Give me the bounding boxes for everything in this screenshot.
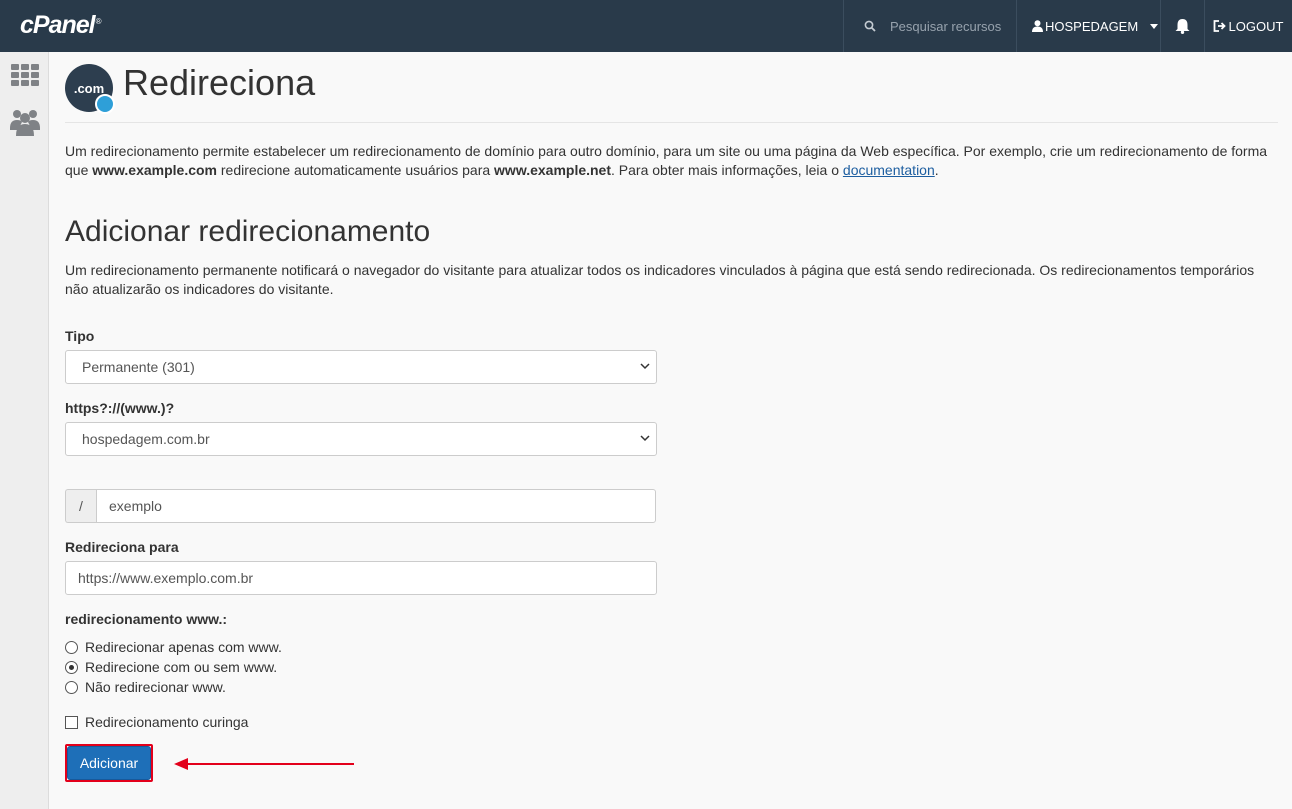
radio-label: Redirecionar apenas com www. — [85, 639, 282, 655]
type-label: Tipo — [65, 328, 95, 344]
intro-text: . — [934, 162, 939, 178]
intro-text: redirecione automaticamente usuários par… — [217, 162, 495, 178]
logo-text: cPanel — [20, 11, 96, 39]
redirect-to-label: Redireciona para — [65, 539, 179, 555]
page-header: .com Redireciona — [65, 52, 1278, 123]
example-domain-from: www.example.com — [92, 162, 217, 178]
redirect-app-icon: .com — [65, 64, 115, 114]
redirect-to-input[interactable]: https://www.exemplo.com.br — [65, 561, 657, 595]
page-title: Redireciona — [123, 62, 316, 103]
sidebar-item-home[interactable] — [10, 61, 40, 89]
grid-icon — [11, 64, 39, 86]
top-navbar: cPanel® HOSPEDAGEM LOGOUT — [0, 0, 1292, 52]
logout-label: LOGOUT — [1228, 18, 1284, 34]
user-icon — [1032, 20, 1043, 32]
radio-button[interactable] — [65, 680, 78, 694]
notifications-button[interactable] — [1160, 0, 1204, 52]
sidebar-item-users[interactable] — [10, 108, 40, 136]
example-domain-to: www.example.net — [494, 162, 612, 178]
intro-text: . Para obter mais informações, leia o — [611, 162, 843, 178]
logout-button[interactable]: LOGOUT — [1204, 0, 1292, 52]
type-select[interactable]: Permanente (301) — [65, 350, 657, 384]
domain-select[interactable]: hospedagem.com.br — [65, 422, 657, 456]
users-icon — [10, 110, 40, 136]
logout-icon — [1213, 20, 1226, 32]
logo-trademark: ® — [95, 16, 102, 26]
path-input[interactable]: exemplo — [96, 489, 656, 523]
bell-icon — [1175, 19, 1189, 34]
section-description: Um redirecionamento permanente notificar… — [65, 262, 1255, 297]
radio-option-with-or-without-www[interactable]: Redirecione com ou sem www. — [65, 659, 277, 675]
radio-label: Não redirecionar www. — [85, 679, 226, 695]
radio-option-only-www[interactable]: Redirecionar apenas com www. — [65, 639, 282, 655]
path-prefix: / — [65, 489, 96, 523]
domain-select-value: hospedagem.com.br — [82, 431, 210, 447]
search-input[interactable] — [888, 17, 1012, 35]
chevron-down-icon — [640, 363, 650, 370]
app-icon-text: .com — [73, 80, 105, 96]
path-input-group: / exemplo — [65, 489, 656, 523]
www-redirect-label: redirecionamento www.: — [65, 611, 228, 627]
user-name: HOSPEDAGEM — [1045, 18, 1139, 34]
search-icon — [864, 20, 876, 32]
documentation-link[interactable]: documentation — [843, 162, 935, 178]
caret-down-icon — [1150, 23, 1159, 29]
main-content: .com Redireciona Um redirecionamento per… — [65, 52, 1278, 782]
search-box[interactable] — [844, 0, 1016, 52]
redirect-badge-icon — [95, 94, 115, 114]
wildcard-redirect-option[interactable]: Redirecionamento curinga — [65, 714, 248, 730]
user-menu[interactable]: HOSPEDAGEM — [1016, 0, 1160, 52]
pointer-arrow-icon — [174, 758, 354, 770]
add-redirect-button[interactable]: Adicionar — [67, 746, 151, 780]
radio-button[interactable] — [65, 640, 78, 654]
chevron-down-icon — [640, 435, 650, 442]
radio-option-no-www[interactable]: Não redirecionar www. — [65, 679, 226, 695]
wildcard-checkbox[interactable] — [65, 715, 78, 729]
highlight-box: Adicionar — [65, 744, 153, 782]
radio-label: Redirecione com ou sem www. — [85, 659, 278, 675]
wildcard-label: Redirecionamento curinga — [85, 714, 249, 730]
type-select-value: Permanente (301) — [82, 359, 195, 375]
domain-label: https?://(www.)? — [65, 400, 175, 416]
page-description: Um redirecionamento permite estabelecer … — [65, 142, 1278, 180]
cpanel-logo[interactable]: cPanel® — [20, 11, 101, 40]
section-title: Adicionar redirecionamento — [65, 215, 431, 248]
sidebar — [0, 52, 49, 809]
redirect-to-value: https://www.exemplo.com.br — [78, 570, 254, 586]
radio-button-selected[interactable] — [65, 660, 78, 674]
